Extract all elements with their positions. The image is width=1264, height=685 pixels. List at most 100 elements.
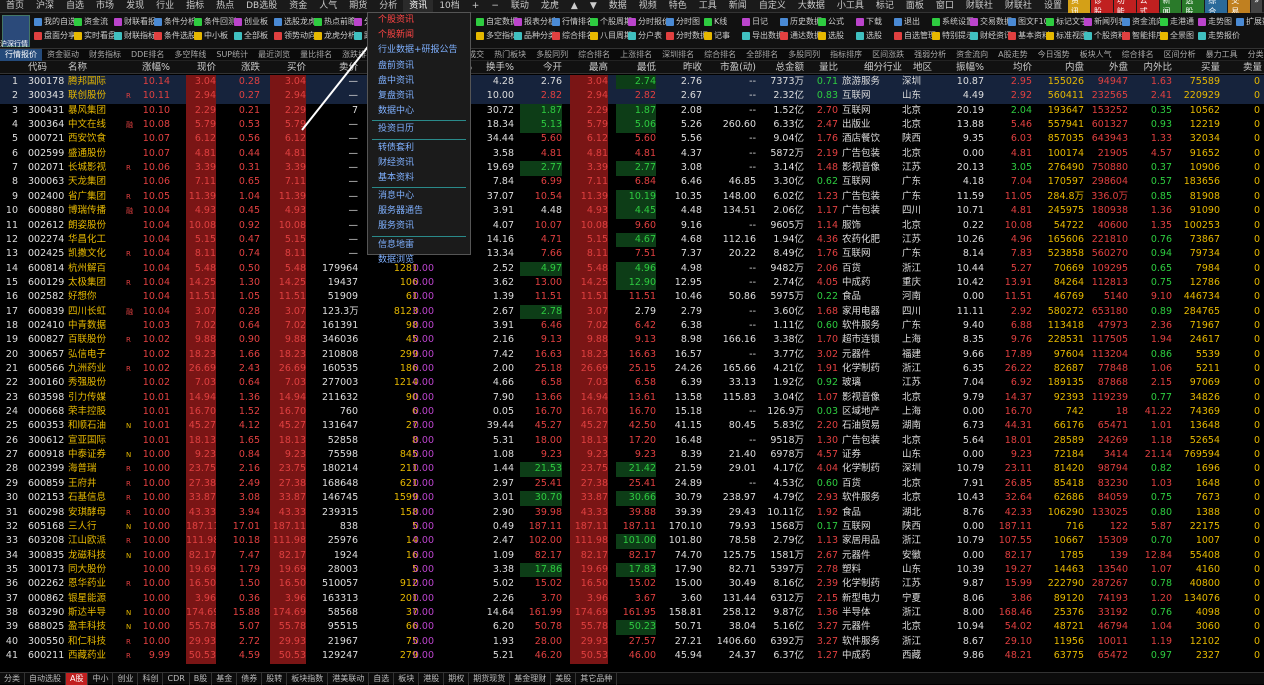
table-row[interactable]: 7 002071 长城影视 R 10.06 3.39 0.31 3.39—19.69 2.77 3… [0, 161, 1264, 176]
column-header[interactable]: 换手% [476, 61, 514, 74]
table-row[interactable]: 1 300178 腾邦国际 10.14 3.04 0.28 3.04—4.28 2.76 3.0… [0, 75, 1264, 90]
menu-item[interactable]: 资讯 [403, 0, 434, 13]
dropdown-item[interactable]: 转债套利 [368, 141, 470, 156]
column-header[interactable]: 卖量 [1222, 61, 1262, 74]
table-row[interactable]: 24 000668 荣丰控股 10.01 16.70 1.52 16.70 760 6 0.00 0… [0, 405, 1264, 420]
toolbar-item[interactable]: 报表分析 [514, 16, 556, 27]
table-row[interactable]: 15 600129 太极集团 R 10.04 14.25 1.30 14.25 19437 106… [0, 275, 1264, 291]
menu-item[interactable]: 自定义 [753, 0, 792, 13]
toolbar-item[interactable]: 实时看盘 [74, 30, 116, 41]
sub-tab[interactable]: 综合排名 [1117, 49, 1159, 61]
bottom-tab[interactable]: A股 [66, 672, 89, 685]
dropdown-item[interactable]: 个股资讯 [368, 13, 470, 28]
menu-item[interactable]: ▼ [584, 0, 603, 13]
toolbar-item[interactable]: 新闻列表 [1084, 16, 1126, 27]
menu-item[interactable]: 面板 [900, 0, 930, 13]
menu-item[interactable]: 资金 [283, 0, 313, 13]
sub-tab[interactable]: 区间涨跌 [867, 49, 909, 61]
toolbar-item[interactable]: 选股 [818, 30, 844, 41]
bottom-tab[interactable]: 科创 [138, 672, 164, 685]
bottom-tab[interactable]: 中小 [88, 672, 114, 685]
bottom-tab[interactable]: 分类 [0, 672, 25, 685]
menu-item[interactable]: 期货 [343, 0, 373, 13]
table-row[interactable]: 19 600827 百联股份 R 10.02 9.88 0.90 9.88 346036 45 0.… [0, 333, 1264, 348]
toolbar-item[interactable]: 交易数据 [970, 16, 1012, 27]
toolbar-item[interactable]: 自定数据 [476, 16, 518, 27]
menu-item[interactable]: 热点 [210, 0, 240, 13]
dropdown-item[interactable]: 基本资料 [368, 171, 470, 186]
menu-item[interactable]: DB选股 [240, 0, 283, 13]
column-header[interactable]: 总金额 [760, 61, 804, 74]
table-row[interactable]: 18 002410 中青数据 10.03 7.02 0.64 7.02 161391 98 0.0… [0, 318, 1264, 334]
toolbar-item[interactable]: 扩展数据 [1236, 16, 1264, 27]
column-header[interactable]: 市盈(动) [710, 61, 756, 74]
dropdown-item[interactable]: 投资日历 [368, 122, 470, 137]
toolbar-item[interactable]: 选股龙虎 [274, 16, 316, 27]
toolbar-left-label[interactable]: 沪深行情 [0, 39, 28, 49]
menu-item[interactable]: 自选 [60, 0, 90, 13]
toolbar-item[interactable]: 行情排名 [552, 16, 594, 27]
table-row[interactable]: 32 605168 三人行 N 10.00 187.11 17.01 187.11 838 5 0.… [0, 519, 1264, 535]
table-row[interactable]: 21 600566 九洲药业 R 10.02 26.69 2.43 26.69 160535 18… [0, 362, 1264, 377]
menu-item[interactable]: 分析 [373, 0, 403, 13]
column-header[interactable]: 名称 [68, 61, 124, 74]
table-row[interactable]: 16 002582 好想你 10.04 11.51 1.05 11.51 51909 61 0.0… [0, 290, 1264, 305]
table-row[interactable]: 13 002425 凯撒文化 R 10.04 8.11 0.74 8.11—13.34 7.66… [0, 247, 1264, 262]
bottom-tab[interactable]: 自动选股 [25, 672, 66, 685]
dropdown-item[interactable]: 数据浏览 [368, 253, 470, 268]
toolbar-item[interactable]: 多空指标 [476, 30, 518, 41]
bottom-tab[interactable]: 基金 [212, 672, 238, 685]
table-row[interactable]: 17 600839 四川长虹融 10.04 3.07 0.28 3.07 123.3万 8123… [0, 304, 1264, 320]
dropdown-item[interactable]: 服务资讯 [368, 219, 470, 234]
menu-item[interactable]: 大数据 [792, 0, 831, 13]
toolbar-item[interactable]: 财经资讯 [970, 30, 1012, 41]
table-row[interactable]: 6 002599 盛通股份 10.07 4.81 0.44 4.81—3.58 4.81 4.8… [0, 146, 1264, 162]
table-row[interactable]: 34 300835 龙磁科技 N 10.00 82.17 7.47 82.17 1924 16 0.… [0, 548, 1264, 564]
toolbar-item[interactable]: 盘面分享 [34, 30, 76, 41]
table-row[interactable]: 29 600859 王府井 R 10.00 27.38 2.49 27.38 168648 621… [0, 476, 1264, 492]
bottom-tab[interactable]: 板块 [394, 672, 420, 685]
sub-tab[interactable]: 财务指标 [84, 49, 126, 61]
dropdown-item[interactable]: 盘中资讯 [368, 74, 470, 89]
column-header[interactable]: 振幅% [936, 61, 984, 74]
sub-tab[interactable]: 指标排序 [825, 49, 867, 61]
table-row[interactable]: 30 002153 石基信息 R 10.00 33.87 3.08 33.87 146745 15… [0, 491, 1264, 506]
toolbar-item[interactable]: 财联指标 [114, 30, 156, 41]
sub-tab[interactable]: 全部排名 [741, 49, 783, 61]
menu-item[interactable]: 视频 [633, 0, 663, 13]
toolbar-item[interactable]: 全景图 [1160, 30, 1194, 41]
sub-tab[interactable]: SUP统计 [211, 49, 253, 61]
toolbar-item[interactable]: 历史数据 [780, 16, 822, 27]
toolbar-item[interactable]: 分时报价 [628, 16, 670, 27]
sub-tab[interactable]: 多空阵线 [169, 49, 211, 61]
toolbar-item[interactable]: 创业板 [234, 16, 268, 27]
sub-tab[interactable]: 多股同列 [783, 49, 825, 61]
column-header[interactable]: 最低 [616, 61, 656, 74]
toolbar-item[interactable]: 特别提示 [932, 30, 974, 41]
sub-tab[interactable]: 板块人气 [1075, 49, 1117, 61]
sub-tab[interactable]: 上涨排名 [615, 49, 657, 61]
menu-item[interactable]: + [466, 0, 486, 13]
menu-item[interactable]: 特色 [663, 0, 693, 13]
column-header[interactable]: 昨收 [660, 61, 702, 74]
menu-item[interactable]: 龙虎 [535, 0, 565, 13]
table-row[interactable]: 31 600298 安琪酵母 R 10.00 43.33 3.94 43.33 239315 15… [0, 505, 1264, 520]
sub-tab[interactable]: DDE排名 [126, 49, 169, 61]
table-row[interactable]: 36 002262 恩华药业 R 10.00 16.50 1.50 16.50 510057 91… [0, 577, 1264, 592]
menu-item[interactable]: 财联社 [999, 0, 1038, 13]
table-row[interactable]: 14 600814 杭州解百 10.04 5.48 0.50 5.48 179964 1281 0… [0, 261, 1264, 277]
toolbar-item[interactable]: 热点前瞻 [314, 16, 356, 27]
toolbar-item[interactable]: K线 [704, 16, 727, 27]
menu-item[interactable]: 沪深 [30, 0, 60, 13]
dropdown-item[interactable]: 财经资讯 [368, 156, 470, 171]
toolbar-item[interactable]: 走港通 [1160, 16, 1194, 27]
sub-tab[interactable]: 深圳排名 [657, 49, 699, 61]
table-row[interactable]: 10 600880 博瑞传播融 10.04 4.93 0.45 4.93—3.91 4.48 4… [0, 204, 1264, 219]
toolbar-item[interactable]: 记事 [704, 30, 730, 41]
dropdown-item[interactable]: 盘前资讯 [368, 59, 470, 74]
bottom-tab[interactable]: CDR [163, 672, 190, 685]
menu-item[interactable]: 工具 [693, 0, 723, 13]
toolbar-item[interactable]: 系统设置 [932, 16, 974, 27]
table-row[interactable]: 8 300063 天龙集团 10.06 7.11 0.65 7.11—7.84 6.99 7.1… [0, 175, 1264, 190]
dropdown-item[interactable]: 个股新闻 [368, 28, 470, 43]
